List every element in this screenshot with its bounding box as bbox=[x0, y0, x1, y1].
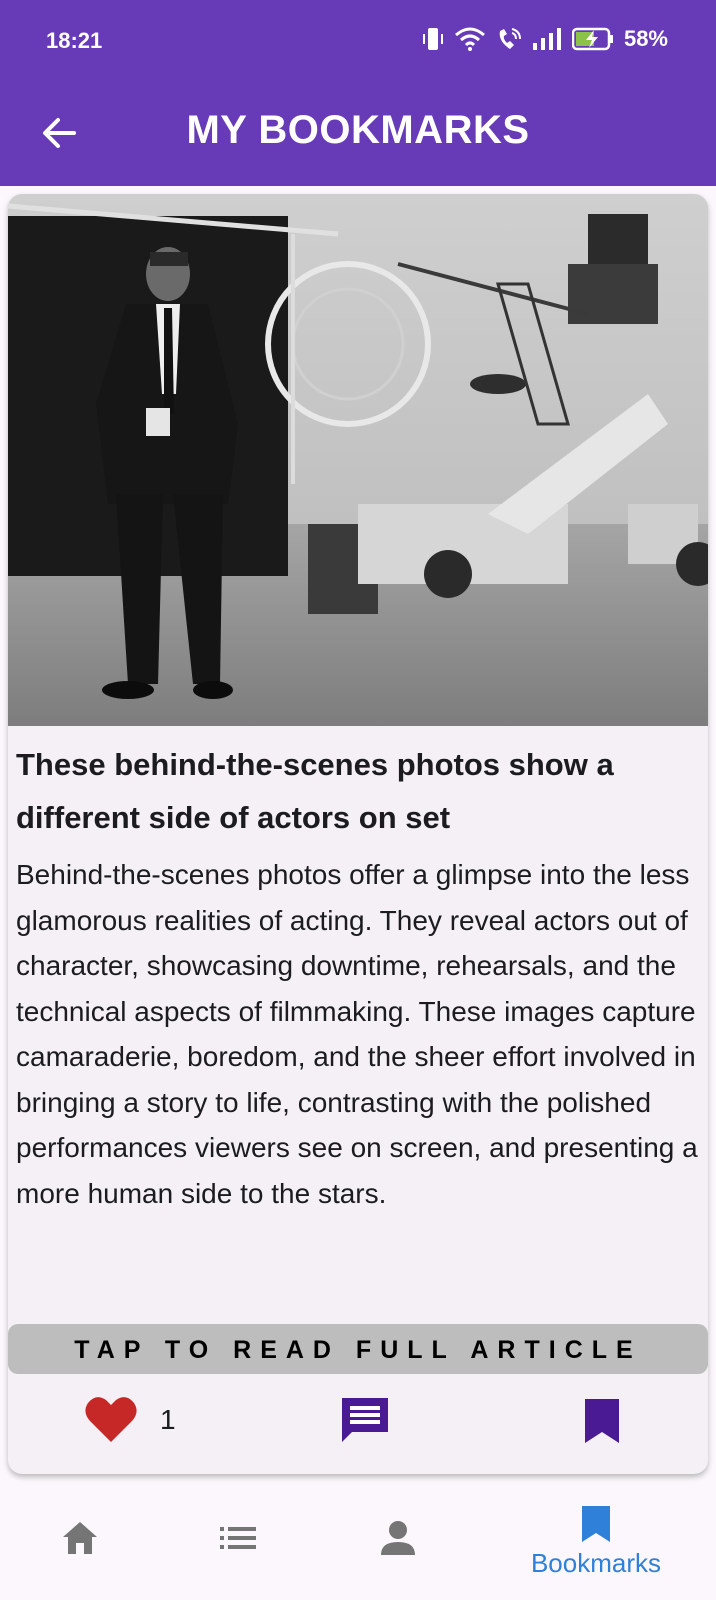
signal-icon bbox=[532, 28, 561, 50]
article-actions: 1 bbox=[8, 1390, 708, 1460]
status-bar: 18:21 58% bbox=[0, 0, 716, 84]
home-icon bbox=[63, 1522, 97, 1554]
battery-percent: 58% bbox=[623, 26, 668, 51]
bookmark-icon bbox=[582, 1506, 610, 1542]
status-icons: 58% bbox=[422, 26, 668, 52]
person-icon bbox=[381, 1521, 415, 1555]
article-card[interactable]: These behind-the-scenes photos show a di… bbox=[8, 194, 708, 1474]
battery-charging-icon bbox=[571, 27, 613, 51]
bookmark-icon[interactable] bbox=[582, 1396, 622, 1446]
status-time: 18:21 bbox=[46, 28, 103, 53]
heart-icon[interactable] bbox=[84, 1394, 138, 1444]
nav-list[interactable] bbox=[178, 1484, 298, 1600]
bottom-navigation: Bookmarks bbox=[0, 1484, 716, 1600]
nav-bookmarks[interactable]: Bookmarks bbox=[516, 1484, 676, 1600]
comment-icon[interactable] bbox=[338, 1394, 392, 1448]
page-title: MY BOOKMARKS bbox=[186, 108, 530, 152]
vibrate-icon bbox=[422, 28, 443, 50]
nav-profile[interactable] bbox=[338, 1484, 458, 1600]
nav-bookmarks-label: Bookmarks bbox=[530, 1548, 662, 1578]
nav-home[interactable] bbox=[20, 1484, 140, 1600]
read-full-article-button[interactable]: TAP TO READ FULL ARTICLE bbox=[8, 1324, 708, 1374]
wifi-icon bbox=[454, 27, 485, 51]
article-headline[interactable]: These behind-the-scenes photos show a di… bbox=[16, 738, 706, 844]
article-photo[interactable] bbox=[8, 194, 708, 726]
wifi-call-icon bbox=[499, 28, 521, 49]
article-summary: Behind-the-scenes photos offer a glimpse… bbox=[16, 859, 698, 1209]
app-bar: MY BOOKMARKS bbox=[0, 84, 716, 186]
list-icon bbox=[220, 1527, 256, 1549]
like-count: 1 bbox=[160, 1404, 176, 1435]
